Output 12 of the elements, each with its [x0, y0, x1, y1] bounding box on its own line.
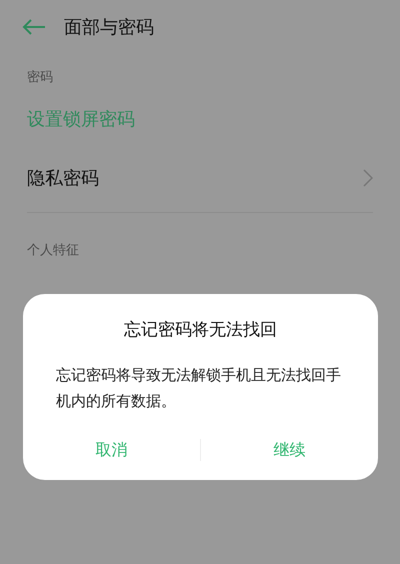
- settings-link[interactable]: 设置锁屏密码: [0, 88, 400, 150]
- chevron-icon: [363, 169, 373, 187]
- continue-button[interactable]: 继续: [201, 428, 378, 472]
- settings-item[interactable]: 隐私密码: [0, 150, 400, 206]
- section-header: 密码: [26, 69, 54, 87]
- dialog-message: 忘记密码将导致无法解锁手机且无法找回手机内的所有数据。: [55, 364, 342, 412]
- dialog-title: 忘记密码将无法找回: [123, 319, 278, 342]
- page-title: 面部与密码: [64, 16, 154, 40]
- section-header: 个人特征: [26, 242, 80, 260]
- back-icon[interactable]: [22, 19, 46, 35]
- item-label: 隐私密码: [27, 166, 99, 190]
- cancel-button[interactable]: 取消: [23, 428, 200, 472]
